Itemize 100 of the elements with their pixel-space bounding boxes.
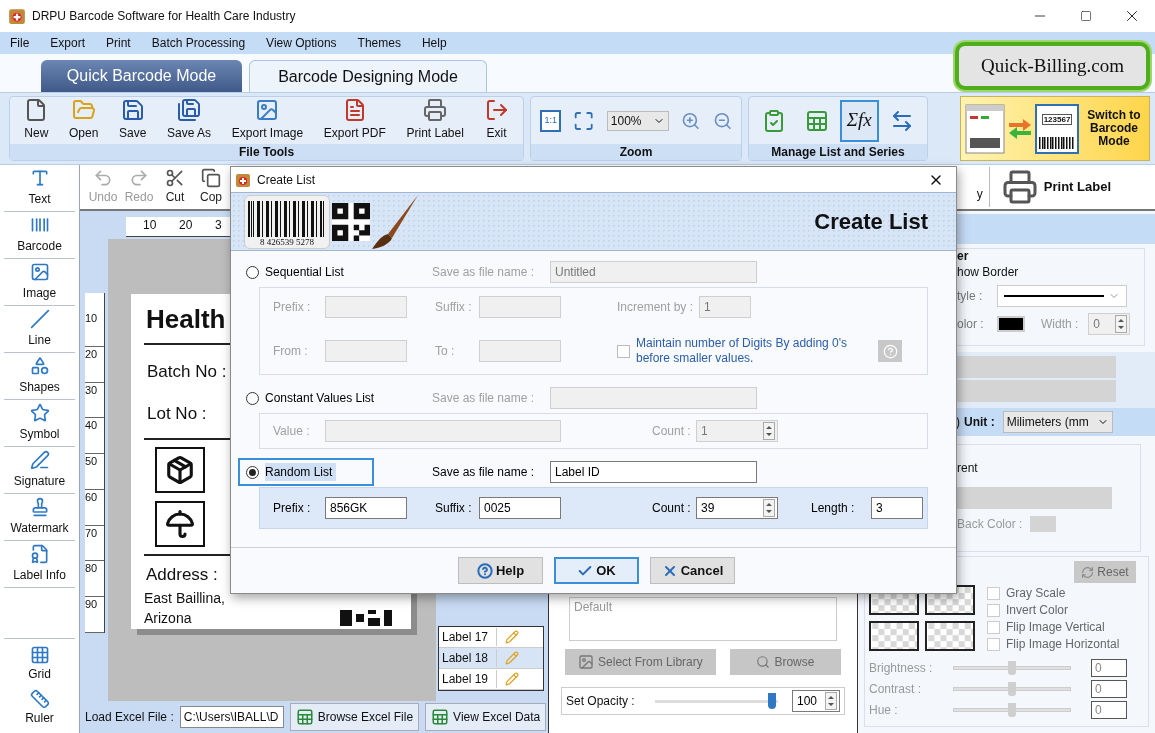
actual-size-button[interactable]: 1:1 bbox=[540, 109, 562, 132]
fit-icon[interactable] bbox=[573, 109, 595, 132]
sidebar-tool[interactable]: Symbol bbox=[4, 400, 75, 447]
list-row[interactable]: Label 17 bbox=[439, 627, 543, 648]
print-label-button[interactable]: Print Label bbox=[1001, 169, 1111, 205]
slider-thumb[interactable] bbox=[1008, 681, 1016, 696]
sidebar-tool[interactable]: Text bbox=[4, 165, 75, 212]
width-field[interactable]: 0 bbox=[1088, 313, 1131, 335]
checkbox[interactable] bbox=[987, 620, 1000, 634]
text-field[interactable]: Label ID bbox=[550, 461, 757, 483]
file-path-field[interactable]: C:\Users\IBALL\D bbox=[179, 706, 284, 728]
sidebar-tool[interactable]: Shapes bbox=[4, 353, 75, 400]
help-button[interactable] bbox=[878, 340, 902, 362]
pencil-icon[interactable] bbox=[505, 630, 519, 644]
spinner-icon[interactable] bbox=[763, 422, 775, 440]
checkbox[interactable] bbox=[987, 603, 1000, 617]
text-field[interactable] bbox=[325, 296, 407, 318]
radio-option[interactable]: Constant Values List bbox=[238, 384, 381, 412]
opacity-field[interactable]: 100 bbox=[792, 690, 840, 712]
list-row[interactable]: Label 18 bbox=[439, 648, 543, 669]
sidebar-tool[interactable]: Label Info bbox=[4, 541, 75, 588]
value-field[interactable]: 0 bbox=[1091, 679, 1127, 698]
ruler-number: 80 bbox=[85, 561, 104, 598]
text-field[interactable] bbox=[325, 340, 407, 362]
pencil-icon[interactable] bbox=[505, 651, 519, 665]
zoom-in-icon[interactable] bbox=[681, 110, 701, 131]
text-field[interactable] bbox=[325, 420, 561, 442]
mode-tab[interactable]: Barcode Designing Mode bbox=[249, 60, 487, 92]
website-logo[interactable]: Quick-Billing.com bbox=[955, 42, 1150, 90]
pattern-thumbnail[interactable] bbox=[925, 620, 975, 651]
dialog-button[interactable]: Cancel bbox=[650, 557, 735, 584]
menu-item[interactable]: File bbox=[10, 34, 30, 52]
text-field[interactable]: 856GK bbox=[325, 497, 407, 519]
search-icon bbox=[756, 655, 771, 669]
text-field[interactable] bbox=[550, 387, 757, 409]
sidebar-tool[interactable]: Ruler bbox=[4, 689, 75, 727]
radio-option[interactable]: Sequential List bbox=[238, 258, 350, 286]
radio-option[interactable]: Random List bbox=[238, 458, 374, 486]
dialog-button[interactable]: Help bbox=[458, 557, 543, 584]
checkbox[interactable] bbox=[987, 637, 1000, 651]
toolbar-button[interactable]: Save As bbox=[167, 98, 212, 142]
toolbar-button[interactable]: Exit bbox=[484, 98, 509, 142]
sidebar-tool[interactable]: Watermark bbox=[4, 494, 75, 541]
toolbar-button[interactable]: Σfx bbox=[840, 99, 879, 142]
field-label: olor : bbox=[957, 316, 985, 333]
menu-item[interactable]: Help bbox=[421, 34, 447, 52]
list-row[interactable]: Label 19 bbox=[439, 669, 543, 690]
checkbox[interactable] bbox=[987, 586, 1000, 600]
zoom-dropdown[interactable]: 100% bbox=[606, 110, 670, 131]
pencil-icon[interactable] bbox=[505, 672, 519, 686]
spinner-icon[interactable] bbox=[825, 692, 837, 710]
checkbox[interactable] bbox=[617, 344, 630, 358]
line-style-dropdown[interactable] bbox=[997, 285, 1127, 307]
opacity-slider-thumb[interactable] bbox=[767, 692, 776, 709]
text-field[interactable]: Untitled bbox=[550, 261, 757, 283]
sidebar-tool[interactable]: Line bbox=[4, 306, 75, 353]
toolbar-button[interactable]: New bbox=[24, 98, 49, 142]
color-swatch[interactable] bbox=[997, 316, 1025, 332]
text-field[interactable]: 1 bbox=[696, 420, 778, 442]
pattern-thumbnail[interactable] bbox=[869, 620, 919, 651]
text-field[interactable]: 1 bbox=[699, 296, 751, 318]
menu-item[interactable]: Batch Processing bbox=[151, 34, 246, 52]
slider-thumb[interactable] bbox=[1008, 660, 1016, 675]
image-button[interactable]: Select From Library bbox=[565, 649, 716, 675]
toolbar-button[interactable]: Export PDF bbox=[323, 98, 386, 142]
restore-icon[interactable] bbox=[1080, 10, 1092, 22]
toolbar-button[interactable]: Cop bbox=[193, 168, 229, 206]
color-swatch[interactable] bbox=[1030, 516, 1057, 532]
spinner-icon[interactable] bbox=[763, 499, 775, 517]
sidebar-tool[interactable]: Grid bbox=[4, 645, 75, 683]
dialog-button[interactable]: OK bbox=[554, 557, 639, 584]
toolbar-button[interactable]: Export Image bbox=[231, 98, 304, 142]
switch-mode-button[interactable]: 123567 Switch to Barcode Mode bbox=[960, 96, 1150, 161]
reset-button[interactable]: Reset bbox=[1074, 561, 1136, 583]
text-field[interactable] bbox=[479, 296, 561, 318]
menu-item[interactable]: View Options bbox=[266, 34, 337, 52]
spinner-icon[interactable] bbox=[1115, 315, 1128, 333]
zoom-out-icon[interactable] bbox=[712, 110, 732, 131]
text-field[interactable]: 39 bbox=[696, 497, 778, 519]
menu-item[interactable]: Print bbox=[106, 34, 131, 52]
menu-item[interactable]: Themes bbox=[357, 34, 401, 52]
menu-item[interactable]: Export bbox=[50, 34, 86, 52]
text-field[interactable] bbox=[479, 340, 561, 362]
toolbar-button[interactable]: Cut bbox=[157, 168, 193, 206]
sidebar-tool[interactable]: Signature bbox=[4, 447, 75, 494]
unit-dropdown[interactable]: Milimeters (mm bbox=[1002, 411, 1113, 433]
field-label: Prefix : bbox=[273, 500, 312, 517]
excel-button[interactable]: View Excel Data bbox=[425, 703, 547, 731]
value-field[interactable]: 0 bbox=[1091, 700, 1127, 719]
value-field[interactable]: 0 bbox=[1091, 658, 1127, 677]
toolbar-button[interactable]: Print Label bbox=[406, 98, 464, 142]
excel-button[interactable]: Browse Excel File bbox=[289, 703, 420, 731]
sidebar-tool[interactable]: Image bbox=[4, 259, 75, 306]
sidebar-tool[interactable]: Barcode bbox=[4, 212, 75, 259]
text-field[interactable]: 0025 bbox=[479, 497, 561, 519]
toolbar-button[interactable]: Save bbox=[119, 98, 147, 142]
toolbar-button[interactable]: Open bbox=[69, 98, 99, 142]
text-field[interactable]: 3 bbox=[871, 497, 923, 519]
slider-thumb[interactable] bbox=[1008, 702, 1016, 717]
mode-tab[interactable]: Quick Barcode Mode bbox=[41, 60, 242, 92]
